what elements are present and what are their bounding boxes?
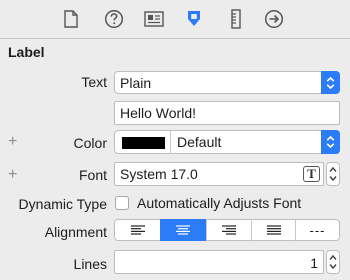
stepper-arrows-icon [329, 166, 337, 182]
font-picker-icon[interactable]: T [303, 166, 320, 182]
stepper-arrows-icon [329, 254, 337, 270]
color-label: Color [73, 135, 107, 151]
lines-value: 1 [310, 255, 318, 271]
file-icon[interactable] [58, 6, 84, 32]
align-right-icon [222, 225, 236, 235]
connections-icon[interactable] [261, 6, 287, 32]
label-text-field[interactable]: Hello World! [114, 101, 340, 125]
font-field[interactable]: System 17.0 T [114, 162, 324, 186]
align-justified-icon [266, 225, 281, 235]
inspector-toolbar [0, 0, 350, 38]
lines-stepper[interactable] [326, 250, 340, 274]
font-label: Font [78, 167, 107, 183]
align-center-icon [176, 225, 190, 235]
align-left-icon [130, 225, 145, 235]
lines-field[interactable]: 1 [114, 250, 324, 274]
label-text-value: Hello World! [120, 105, 196, 121]
adjusts-font-label: Automatically Adjusts Font [137, 195, 302, 211]
color-popup[interactable]: Default [114, 130, 340, 154]
align-justified-button[interactable] [251, 219, 295, 241]
section-title: Label [8, 44, 45, 60]
attributes-icon[interactable] [181, 6, 207, 32]
text-style-value: Plain [120, 74, 152, 91]
font-size-stepper[interactable] [326, 162, 340, 186]
font-plus-icon[interactable]: + [8, 166, 17, 184]
text-label: Text [81, 74, 107, 90]
dynamic-type-label: Dynamic Type [18, 196, 107, 212]
help-icon[interactable] [101, 6, 127, 32]
chevron-updown-icon [321, 130, 340, 154]
color-plus-icon[interactable]: + [8, 133, 17, 151]
align-natural-button[interactable]: --- [295, 219, 339, 241]
text-style-popup[interactable]: Plain [114, 71, 340, 94]
adjusts-font-checkbox[interactable] [115, 196, 129, 210]
color-swatch-divider [170, 131, 171, 153]
color-swatch[interactable] [122, 137, 165, 149]
align-left-button[interactable] [115, 219, 160, 241]
color-value: Default [177, 134, 222, 150]
font-value: System 17.0 [120, 166, 198, 182]
chevron-updown-icon [321, 71, 340, 94]
align-right-button[interactable] [206, 219, 251, 241]
toolbar-divider [0, 38, 350, 39]
lines-label: Lines [73, 256, 107, 272]
identity-icon[interactable] [141, 6, 167, 32]
size-icon[interactable] [223, 6, 249, 32]
align-center-button[interactable] [160, 219, 206, 241]
alignment-label: Alignment [44, 224, 107, 240]
